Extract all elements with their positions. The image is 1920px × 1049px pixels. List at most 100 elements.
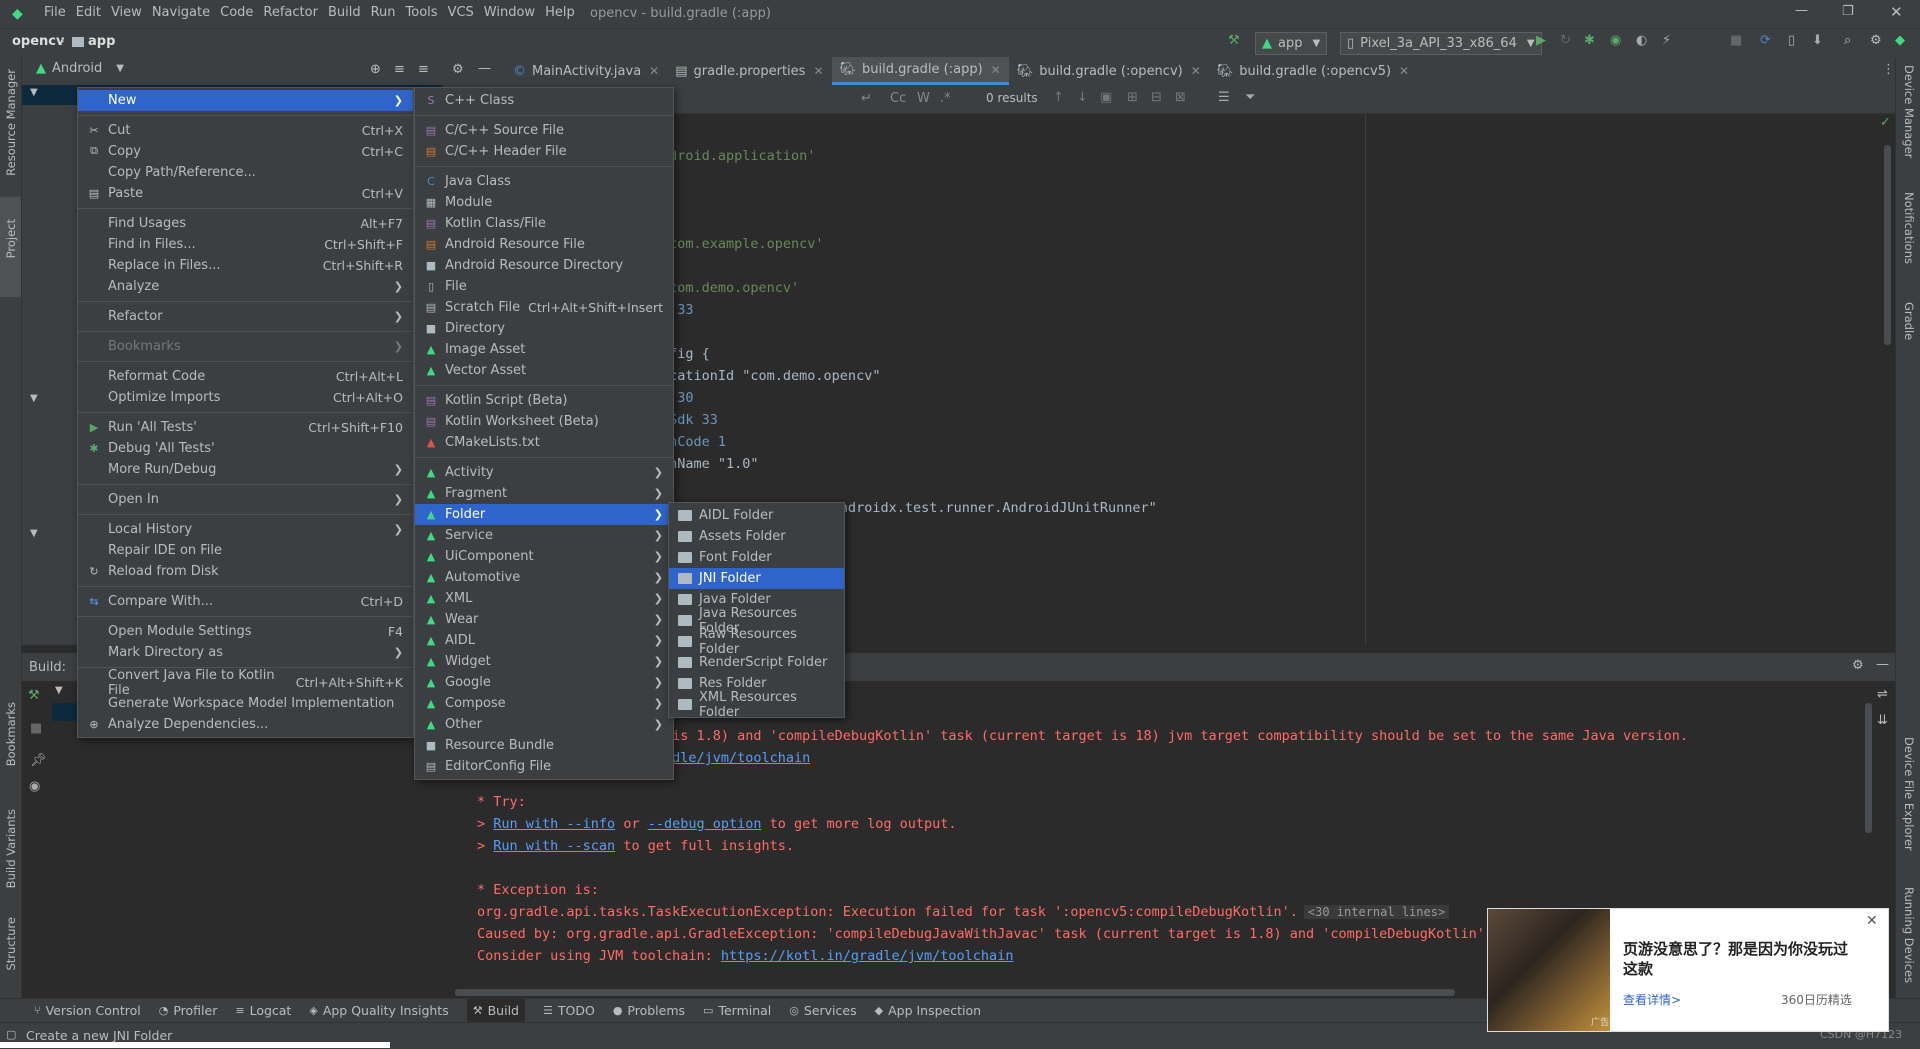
expand-tree-icon[interactable]: ▼ [55, 685, 63, 696]
tool-logcat[interactable]: ≡ Logcat [235, 1003, 291, 1018]
menu-item-other[interactable]: ▲ Other ❯ [415, 714, 673, 735]
menu-item-vector-asset[interactable]: ▲ Vector Asset [415, 360, 673, 381]
close-tab-icon[interactable]: ✕ [1399, 64, 1409, 78]
match-case-toggle[interactable]: Cc [890, 91, 906, 106]
run-icon[interactable]: ▶ [1536, 33, 1546, 48]
console-line[interactable]: * Exception is: [477, 882, 599, 898]
breadcrumb-module[interactable]: app [88, 34, 115, 49]
tool-profiler[interactable]: ◔ Profiler [159, 1003, 218, 1018]
select-occurrences-icon[interactable]: ⊠ [1175, 90, 1186, 105]
menu-item-widget[interactable]: ▲ Widget ❯ [415, 651, 673, 672]
menu-view[interactable]: View [111, 5, 142, 20]
menu-item-google[interactable]: ▲ Google ❯ [415, 672, 673, 693]
menu-item-compose[interactable]: ▲ Compose ❯ [415, 693, 673, 714]
running-devices-tab[interactable]: Running Devices [1902, 887, 1916, 983]
build-hammer-icon[interactable]: ⚒ [1228, 33, 1240, 48]
menu-run[interactable]: Run [371, 5, 396, 20]
device-manager-tab[interactable]: Device Manager [1902, 65, 1916, 158]
ad-close-icon[interactable]: ✕ [1866, 913, 1878, 929]
tool-problems[interactable]: ● Problems [613, 1003, 685, 1018]
menu-item-image-asset[interactable]: ▲ Image Asset [415, 339, 673, 360]
menu-item-copy[interactable]: ⧉ Copy Ctrl+C [78, 141, 413, 162]
menu-edit[interactable]: Edit [76, 5, 101, 20]
pin-icon[interactable]: 📌︎ [30, 753, 47, 768]
apply-changes-icon[interactable]: ⚡ [1662, 33, 1671, 48]
menu-item-activity[interactable]: ▲ Activity ❯ [415, 462, 673, 483]
debug-icon[interactable]: ✱ [1584, 33, 1595, 48]
code-line[interactable]: icationId "com.demo.opencv" [661, 368, 880, 384]
menu-item-font-folder[interactable]: Font Folder [669, 547, 844, 568]
menu-item-file[interactable]: ▯ File [415, 276, 673, 297]
close-tab-icon[interactable]: ✕ [649, 64, 659, 78]
console-line[interactable]: > Run with --scan to get full insights. [477, 838, 794, 854]
menu-item-kotlin-script-beta[interactable]: ▤ Kotlin Script (Beta) [415, 390, 673, 411]
menu-item-aidl-folder[interactable]: AIDL Folder [669, 505, 844, 526]
close-tab-icon[interactable]: ✕ [813, 64, 823, 78]
build-options-gear-icon[interactable]: ⚙ [1852, 658, 1864, 673]
menu-item-open-in[interactable]: Open In ❯ [78, 489, 413, 510]
menu-file[interactable]: File [44, 5, 66, 20]
tool-build[interactable]: ⚒ Build [466, 998, 525, 1023]
menu-item-more-run-debug[interactable]: More Run/Debug ❯ [78, 459, 413, 480]
more-tabs-icon[interactable]: ⋮ [1882, 62, 1895, 77]
menu-item-analyze[interactable]: Analyze ❯ [78, 276, 413, 297]
console-line[interactable]: > Run with --info or --debug option to g… [477, 816, 957, 832]
tool-app-inspection[interactable]: ◆ App Inspection [875, 1003, 981, 1018]
tool-services[interactable]: ◎ Services [789, 1003, 856, 1018]
stop-icon[interactable]: ■ [1730, 33, 1742, 48]
settings-gear-icon[interactable]: ⚙ [1870, 33, 1882, 48]
menu-item-fragment[interactable]: ▲ Fragment ❯ [415, 483, 673, 504]
menu-item-replace-in-files[interactable]: Replace in Files... Ctrl+Shift+R [78, 255, 413, 276]
menu-item-aidl[interactable]: ▲ AIDL ❯ [415, 630, 673, 651]
menu-item-raw-resources-folder[interactable]: Raw Resources Folder [669, 627, 844, 657]
find-history-icon[interactable]: ↵ [861, 91, 872, 106]
menu-item-android-resource-directory[interactable]: ■ Android Resource Directory [415, 255, 673, 276]
close-window-icon[interactable]: ✕ [1890, 3, 1903, 21]
menu-item-debug-all-tests[interactable]: ✱ Debug 'All Tests' [78, 438, 413, 459]
project-view-select[interactable]: ▲ Android ▼ [36, 61, 124, 76]
bookmarks-tab[interactable]: Bookmarks [4, 702, 18, 766]
soft-wrap-icon[interactable]: ⇌ [1877, 687, 1888, 702]
filter-icon[interactable]: ⏷ [1245, 90, 1255, 105]
device-manager-icon[interactable]: ▯ [1788, 33, 1795, 48]
menu-item-compare-with[interactable]: ⇆ Compare With... Ctrl+D [78, 591, 413, 612]
menu-vcs[interactable]: VCS [448, 5, 474, 20]
sync-gradle-icon[interactable]: ⟳ [1760, 33, 1771, 48]
menu-item-find-in-files[interactable]: Find in Files... Ctrl+Shift+F [78, 234, 413, 255]
multiline-icon[interactable]: ☰ [1218, 90, 1230, 105]
menu-item-folder[interactable]: ▲ Folder ❯ [415, 504, 673, 525]
menu-item-editorconfig-file[interactable]: ▤ EditorConfig File [415, 756, 673, 777]
locate-icon[interactable]: ⊕ [370, 62, 381, 77]
menu-item-c-c-header-file[interactable]: ▤ C/C++ Header File [415, 141, 673, 162]
run-config-select[interactable]: ▲ app ▼ [1255, 32, 1328, 55]
menu-item-xml[interactable]: ▲ XML ❯ [415, 588, 673, 609]
build-hammer-icon[interactable]: ⚒ [28, 688, 40, 703]
menu-item-resource-bundle[interactable]: ■ Resource Bundle [415, 735, 673, 756]
menu-item-new[interactable]: New ❯ [78, 90, 413, 111]
notifications-tab[interactable]: Notifications [1902, 192, 1916, 264]
menu-refactor[interactable]: Refactor [263, 5, 318, 20]
tab-build-gradle-opencv[interactable]: 🐘︎ build.gradle (:opencv) ✕ [1009, 57, 1209, 85]
minimize-icon[interactable]: — [1795, 3, 1808, 18]
code-line[interactable]: 'com.demo.opencv' [661, 280, 799, 296]
tool-todo[interactable]: ☰ TODO [543, 1003, 595, 1018]
editor-scrollbar[interactable] [1884, 145, 1891, 345]
menu-item-scratch-file[interactable]: ▤ Scratch File Ctrl+Alt+Shift+Insert [415, 297, 673, 318]
structure-tab[interactable]: Structure [4, 917, 18, 971]
tab-gradle-properties[interactable]: ▤ gradle.properties ✕ [667, 57, 831, 85]
internal-lines-fold[interactable]: <30 internal lines> [1303, 905, 1450, 919]
code-line[interactable]: 'com.example.opencv' [661, 236, 824, 252]
menu-item-local-history[interactable]: Local History ❯ [78, 519, 413, 540]
menu-item-paste[interactable]: ▤ Paste Ctrl+V [78, 183, 413, 204]
build-scrollbar[interactable] [1865, 703, 1872, 833]
tree-expand-icon[interactable]: ▼ [30, 87, 38, 98]
menu-tools[interactable]: Tools [406, 5, 438, 20]
tool-app-quality-insights[interactable]: ◈ App Quality Insights [309, 1003, 448, 1018]
breadcrumb-project[interactable]: opencv [12, 34, 65, 49]
device-select[interactable]: ▯ Pixel_3a_API_33_x86_64 ▼ [1340, 32, 1542, 55]
menu-item-kotlin-worksheet-beta[interactable]: ▤ Kotlin Worksheet (Beta) [415, 411, 673, 432]
menu-item-mark-directory-as[interactable]: Mark Directory as ❯ [78, 642, 413, 663]
collapse-all-icon[interactable]: ≡ [418, 62, 429, 77]
search-icon[interactable]: ⌕ [1844, 33, 1851, 48]
ad-details-link[interactable]: 查看详情> [1623, 991, 1681, 1008]
